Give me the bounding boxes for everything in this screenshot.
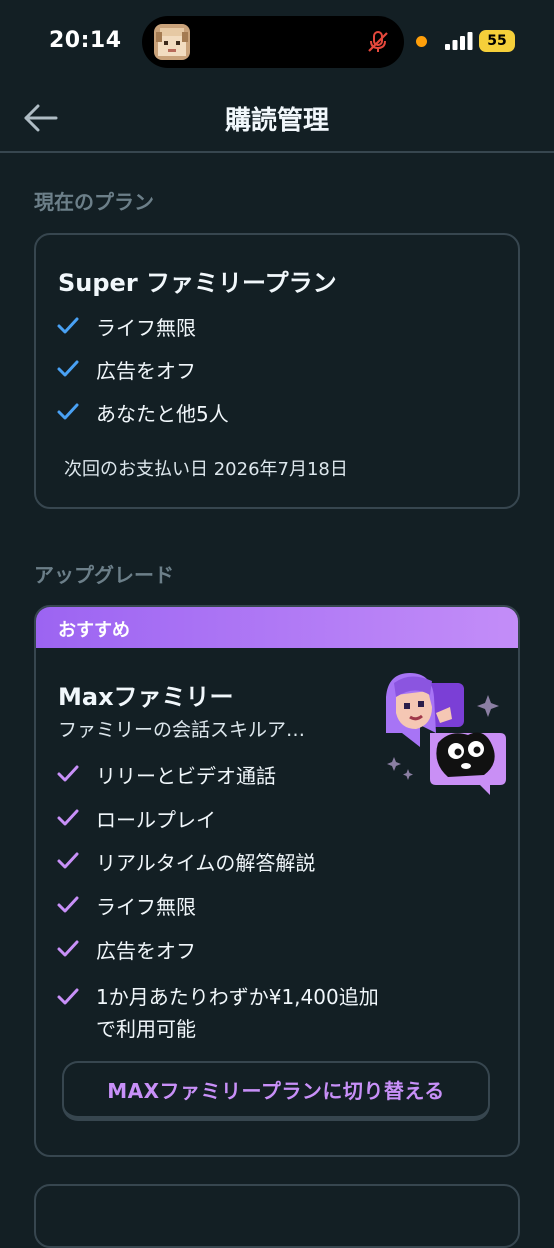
plan-feature-label: ライフ無限 xyxy=(96,315,196,340)
current-plan-section-label: 現在のプラン xyxy=(34,190,154,214)
upgrade-feature-label: 広告をオフ xyxy=(96,938,196,963)
price-note-label: 1か月あたりわずか¥1,400追加で利用可能 xyxy=(96,985,379,1041)
plan-feature-label: 広告をオフ xyxy=(96,358,196,383)
checkmark-icon xyxy=(57,896,79,913)
checkmark-icon xyxy=(57,852,79,869)
plan-feature-item: 広告をオフ xyxy=(56,354,196,384)
current-plan-card: Super ファミリープラン ライフ無限 広告をオフ あなたと他5人 次回のお支… xyxy=(34,233,520,509)
upgrade-feature-item: リアルタイムの解答解説 xyxy=(56,846,315,876)
checkmark-icon xyxy=(57,403,79,420)
switch-to-max-family-button[interactable]: MAXファミリープランに切り替える xyxy=(62,1061,490,1121)
next-card xyxy=(34,1184,520,1248)
avatar-icon xyxy=(154,24,190,60)
plan-feature-label: あなたと他5人 xyxy=(96,401,229,426)
cellular-signal-icon xyxy=(445,32,473,50)
mic-off-icon xyxy=(366,30,390,54)
price-note-item: 1か月あたりわずか¥1,400追加で利用可能 xyxy=(56,981,396,1045)
upgrade-plan-subtitle: ファミリーの会話スキルア… xyxy=(58,719,306,741)
upgrade-feature-label: リリーとビデオ通話 xyxy=(96,763,276,788)
upgrade-feature-label: リアルタイムの解答解説 xyxy=(96,850,316,875)
checkmark-icon xyxy=(57,988,79,1005)
battery-indicator: 55 xyxy=(479,30,515,52)
upgrade-feature-label: ロールプレイ xyxy=(96,807,216,832)
page-title: 購読管理 xyxy=(224,106,329,136)
checkmark-icon xyxy=(57,317,79,334)
plan-feature-item: ライフ無限 xyxy=(56,311,196,341)
status-time: 20:14 xyxy=(49,28,122,53)
dynamic-island xyxy=(142,16,404,68)
upgrade-feature-item: 広告をオフ xyxy=(56,934,196,964)
upgrade-plan-card: おすすめ Maxファミリー ファミリーの会話スキルア… リリーとビデオ通話 ロー… xyxy=(34,605,520,1157)
header-divider xyxy=(0,151,554,153)
upgrade-feature-item: リリーとビデオ通話 xyxy=(56,759,276,789)
status-bar: 20:14 55 xyxy=(0,0,554,84)
checkmark-icon xyxy=(57,940,79,957)
header: 購読管理 xyxy=(0,84,554,152)
plan-title: Super ファミリープラン xyxy=(58,269,337,297)
upgrade-section-label: アップグレード xyxy=(34,563,174,587)
checkmark-icon xyxy=(57,360,79,377)
recommended-badge: おすすめ xyxy=(58,620,130,641)
plan-feature-item: あなたと他5人 xyxy=(56,397,229,427)
checkmark-icon xyxy=(57,809,79,826)
recording-indicator-icon xyxy=(416,36,427,47)
checkmark-icon xyxy=(57,765,79,782)
upgrade-plan-title: Maxファミリー xyxy=(58,683,234,711)
upgrade-feature-item: ライフ無限 xyxy=(56,890,196,920)
max-characters-illustration xyxy=(380,667,510,797)
switch-button-label: MAXファミリープランに切り替える xyxy=(107,1079,445,1103)
upgrade-feature-label: ライフ無限 xyxy=(96,894,196,919)
recommended-banner: おすすめ xyxy=(36,607,518,648)
next-payment-date: 次回のお支払い日 2026年7月18日 xyxy=(64,459,348,480)
upgrade-feature-item: ロールプレイ xyxy=(56,803,216,833)
